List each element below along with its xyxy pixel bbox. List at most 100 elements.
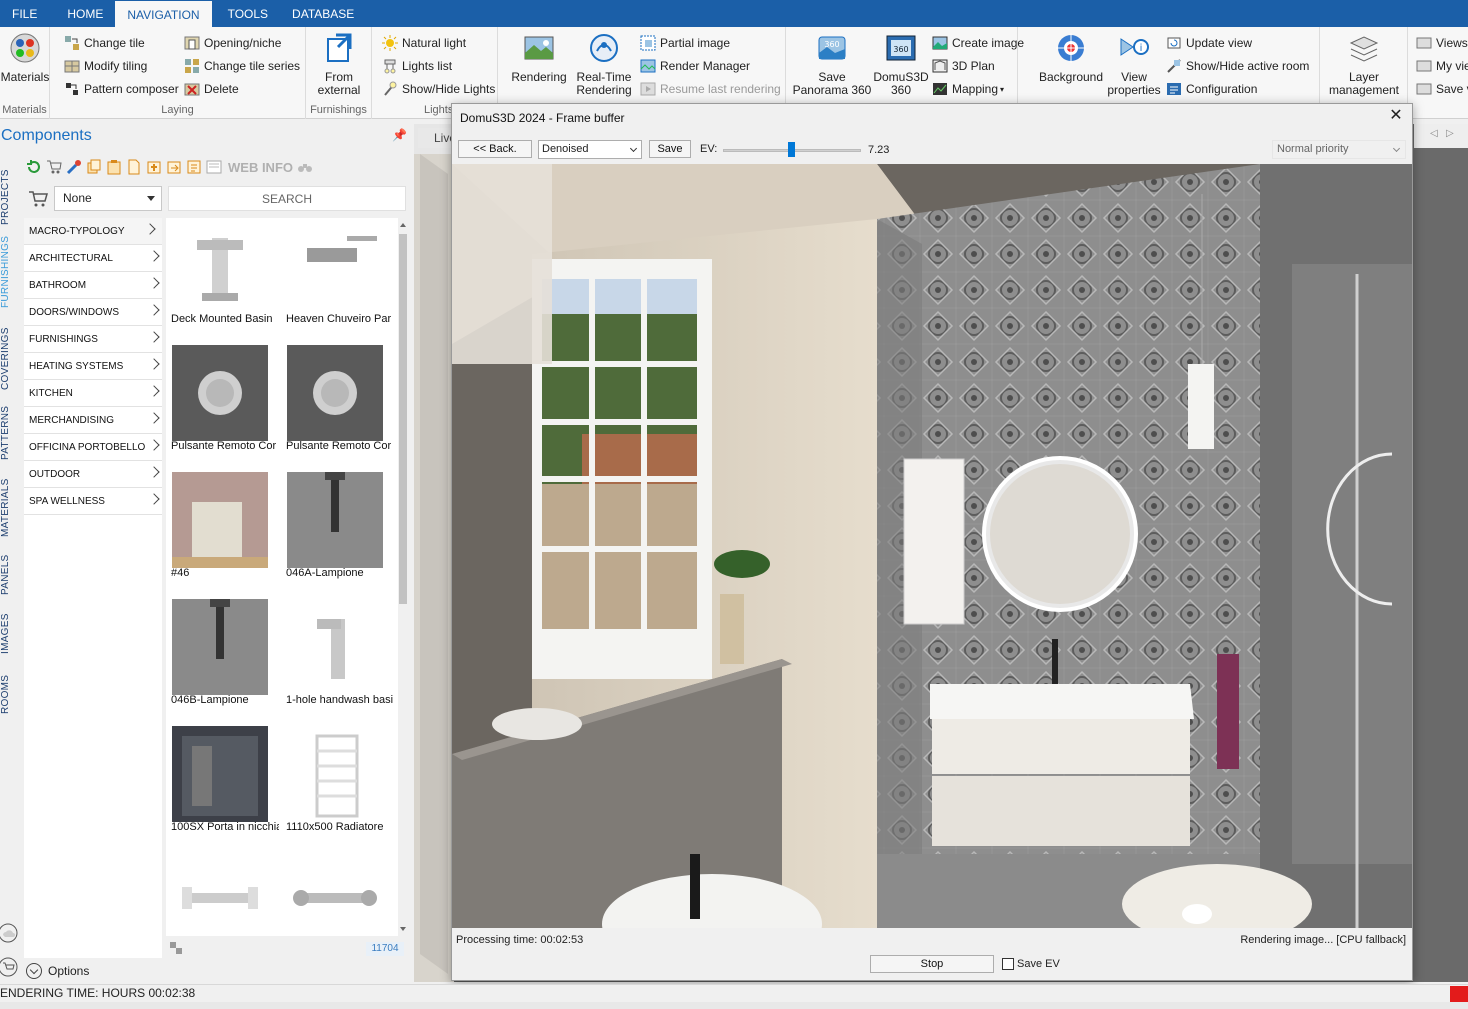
- tab-furnishings[interactable]: FURNISHINGS: [0, 235, 20, 309]
- update-view-button[interactable]: Update view: [1166, 33, 1252, 53]
- show-hide-lights-button[interactable]: Show/Hide Lights: [382, 79, 495, 99]
- my-views-button[interactable]: My vie: [1416, 56, 1468, 76]
- show-hide-active-room-button[interactable]: Show/Hide active room: [1166, 56, 1309, 76]
- component-item[interactable]: [166, 835, 278, 936]
- export-icon[interactable]: [166, 159, 182, 175]
- scroll-down-icon[interactable]: [400, 927, 406, 931]
- web-icon[interactable]: [206, 159, 222, 175]
- menu-tools[interactable]: TOOLS: [212, 0, 280, 27]
- category-item[interactable]: OUTDOOR: [24, 461, 162, 488]
- opening-niche-button[interactable]: Opening/niche: [184, 33, 281, 53]
- component-item[interactable]: Pulsante Remoto Cor: [281, 327, 393, 452]
- view-properties-button[interactable]: i View properties: [1102, 31, 1166, 97]
- component-item[interactable]: 046B-Lampione: [166, 581, 278, 706]
- domus360-button[interactable]: 360 DomuS3D 360: [868, 31, 934, 97]
- menu-home[interactable]: HOME: [49, 0, 115, 27]
- paste-icon[interactable]: [106, 159, 122, 175]
- tab-coverings[interactable]: COVERINGS: [0, 327, 20, 391]
- lights-list-button[interactable]: Lights list: [382, 56, 452, 76]
- tab-patterns[interactable]: PATTERNS: [0, 405, 20, 461]
- category-item[interactable]: DOORS/WINDOWS: [24, 299, 162, 326]
- tab-projects[interactable]: PROJECTS: [0, 165, 20, 229]
- mapping-button[interactable]: Mapping ▾: [932, 79, 1004, 99]
- delete-tiling-button[interactable]: Delete: [184, 79, 239, 99]
- save-panorama-button[interactable]: 360 Save Panorama 360: [790, 31, 874, 97]
- cart-icon[interactable]: [46, 159, 62, 175]
- component-item[interactable]: Heaven Chuveiro Par: [281, 218, 393, 325]
- change-tile-button[interactable]: Change tile: [64, 33, 145, 53]
- materials-button[interactable]: Materials: [0, 31, 50, 84]
- from-external-button[interactable]: From external: [306, 31, 372, 97]
- properties-icon[interactable]: [186, 159, 202, 175]
- webinfo-label[interactable]: WEB INFO: [228, 160, 293, 175]
- binoculars-icon[interactable]: [297, 159, 313, 175]
- back-button[interactable]: << Back.: [458, 140, 532, 158]
- grid-view-icon[interactable]: [170, 942, 182, 954]
- component-item[interactable]: Pulsante Remoto Cor: [166, 327, 278, 452]
- scroll-thumb[interactable]: [399, 234, 407, 604]
- add-icon[interactable]: [146, 159, 162, 175]
- render-manager-button[interactable]: Render Manager: [640, 56, 750, 76]
- category-item[interactable]: MERCHANDISING: [24, 407, 162, 434]
- rendering-button[interactable]: Rendering: [506, 31, 572, 84]
- close-icon[interactable]: ✕: [1388, 108, 1404, 124]
- priority-select[interactable]: Normal priority: [1272, 140, 1406, 159]
- document-icon[interactable]: [126, 159, 142, 175]
- component-item[interactable]: 100SX Porta in nicchia: [166, 708, 279, 833]
- category-item[interactable]: ARCHITECTURAL: [24, 245, 162, 272]
- modify-tiling-button[interactable]: Modify tiling: [64, 56, 147, 76]
- cart-round-icon[interactable]: [0, 955, 20, 979]
- background-button[interactable]: Background: [1034, 31, 1108, 84]
- tab-rooms[interactable]: ROOMS: [0, 671, 20, 717]
- configuration-button[interactable]: Configuration: [1166, 79, 1257, 99]
- tab-next-icon[interactable]: ▷: [1446, 128, 1454, 139]
- copy-icon[interactable]: [86, 159, 102, 175]
- tab-panels[interactable]: PANELS: [0, 553, 20, 597]
- category-item[interactable]: KITCHEN: [24, 380, 162, 407]
- checkbox-icon[interactable]: [1002, 958, 1014, 970]
- category-item[interactable]: OFFICINA PORTOBELLO: [24, 434, 162, 461]
- natural-light-button[interactable]: Natural light: [382, 33, 466, 53]
- layer-management-button[interactable]: Layer management: [1320, 31, 1408, 97]
- menu-navigation[interactable]: NAVIGATION: [115, 0, 212, 27]
- search-input[interactable]: SEARCH: [168, 186, 406, 211]
- component-item[interactable]: Deck Mounted Basin: [166, 218, 278, 325]
- pattern-composer-button[interactable]: Pattern composer: [64, 79, 179, 99]
- tab-materials[interactable]: MATERIALS: [0, 477, 20, 539]
- pin-icon[interactable]: 📌: [392, 128, 407, 142]
- render-mode-select[interactable]: Denoised: [538, 140, 642, 159]
- scroll-up-icon[interactable]: [400, 223, 406, 227]
- partial-image-button[interactable]: Partial image: [640, 33, 730, 53]
- category-item[interactable]: FURNISHINGS: [24, 326, 162, 353]
- component-item[interactable]: [281, 835, 393, 936]
- create-image-button[interactable]: Create image: [932, 33, 1024, 53]
- category-header[interactable]: MACRO-TYPOLOGY: [24, 218, 162, 245]
- category-item[interactable]: HEATING SYSTEMS: [24, 353, 162, 380]
- change-tile-series-button[interactable]: Change tile series: [184, 56, 300, 76]
- tab-prev-icon[interactable]: ◁: [1430, 128, 1438, 139]
- menu-database[interactable]: DATABASE: [280, 0, 366, 27]
- category-item[interactable]: BATHROOM: [24, 272, 162, 299]
- resume-last-rendering-button[interactable]: Resume last rendering: [640, 79, 781, 99]
- component-item[interactable]: #46: [166, 454, 278, 579]
- tab-images[interactable]: IMAGES: [0, 611, 20, 657]
- menu-file[interactable]: FILE: [0, 0, 49, 27]
- tools-icon[interactable]: [66, 159, 82, 175]
- save-ev-checkbox[interactable]: Save EV: [1002, 958, 1060, 970]
- component-item[interactable]: 046A-Lampione: [281, 454, 393, 579]
- category-item[interactable]: SPA WELLNESS: [24, 488, 162, 515]
- realtime-rendering-button[interactable]: Real-Time Rendering: [570, 31, 638, 97]
- options-toggle[interactable]: Options: [26, 962, 89, 980]
- cart-filter-select[interactable]: None: [54, 186, 162, 211]
- ev-slider-thumb[interactable]: [788, 142, 795, 157]
- component-grid-scrollbar[interactable]: [398, 220, 408, 934]
- component-item[interactable]: 1110x500 Radiatore: [281, 708, 393, 833]
- cloud-icon[interactable]: [0, 922, 20, 944]
- refresh-icon[interactable]: [26, 159, 42, 175]
- save-view-button[interactable]: Save v: [1416, 79, 1468, 99]
- views-button[interactable]: Views: [1416, 33, 1468, 53]
- 3d-plan-button[interactable]: 3D Plan: [932, 56, 995, 76]
- save-button[interactable]: Save: [649, 140, 691, 158]
- stop-button[interactable]: Stop: [870, 955, 994, 973]
- component-item[interactable]: 1-hole handwash basi: [281, 581, 393, 706]
